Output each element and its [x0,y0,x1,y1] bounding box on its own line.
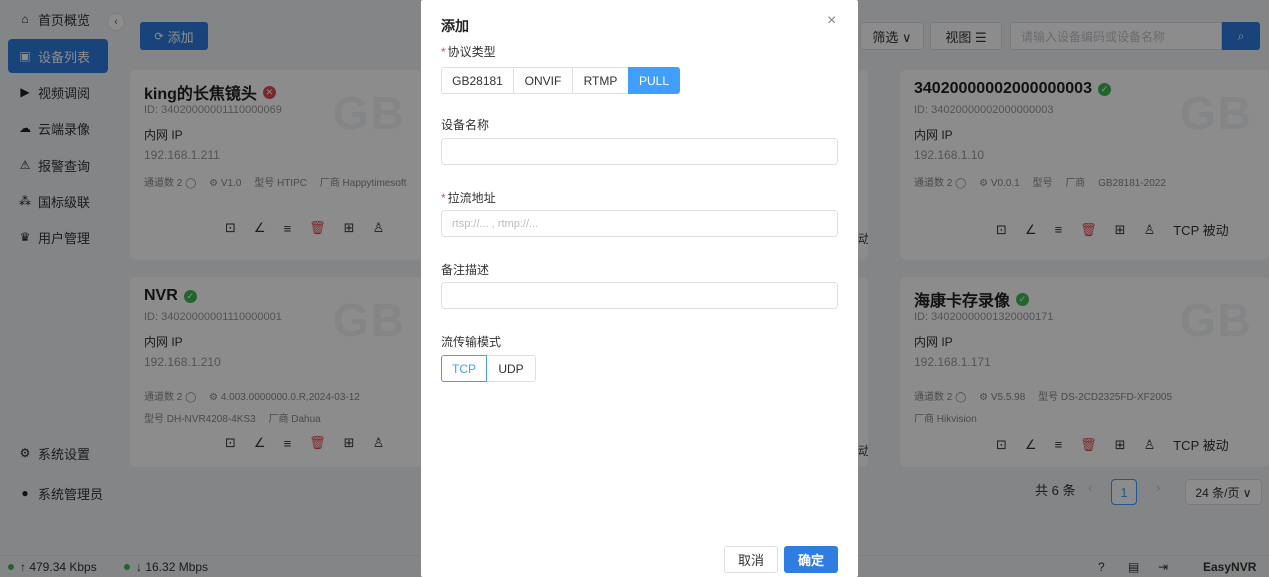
required-mark: * [441,191,446,205]
description-input[interactable] [441,282,838,309]
add-device-dialog: 添加 × * 协议类型 GB28181 ONVIF RTMP PULL 设备名称 … [421,0,858,577]
protocol-label: * 协议类型 [441,43,496,60]
confirm-button[interactable]: 确定 [784,546,838,573]
cancel-button[interactable]: 取消 [724,546,778,573]
protocol-option-gb28181[interactable]: GB28181 [441,67,514,94]
dialog-title: 添加 [441,18,469,34]
transport-option-tcp[interactable]: TCP [441,355,487,382]
protocol-label-text: 协议类型 [447,45,496,59]
transport-option-udp[interactable]: UDP [486,355,536,382]
protocol-type-selector: GB28181 ONVIF RTMP PULL [441,67,680,94]
stream-url-label: * 拉流地址 [441,189,496,206]
required-mark: * [441,45,446,59]
device-name-label: 设备名称 [441,118,490,132]
close-icon[interactable]: × [827,12,836,30]
protocol-option-rtmp[interactable]: RTMP [572,67,629,94]
stream-url-label-text: 拉流地址 [447,191,496,205]
device-name-input[interactable] [441,138,838,165]
stream-url-input[interactable]: rtsp://... , rtmp://... [441,210,838,237]
protocol-option-onvif[interactable]: ONVIF [513,67,573,94]
protocol-option-pull[interactable]: PULL [628,67,680,94]
transport-mode-label: 流传输模式 [441,335,502,349]
transport-mode-selector: TCP UDP [441,355,536,382]
description-label: 备注描述 [441,263,490,277]
